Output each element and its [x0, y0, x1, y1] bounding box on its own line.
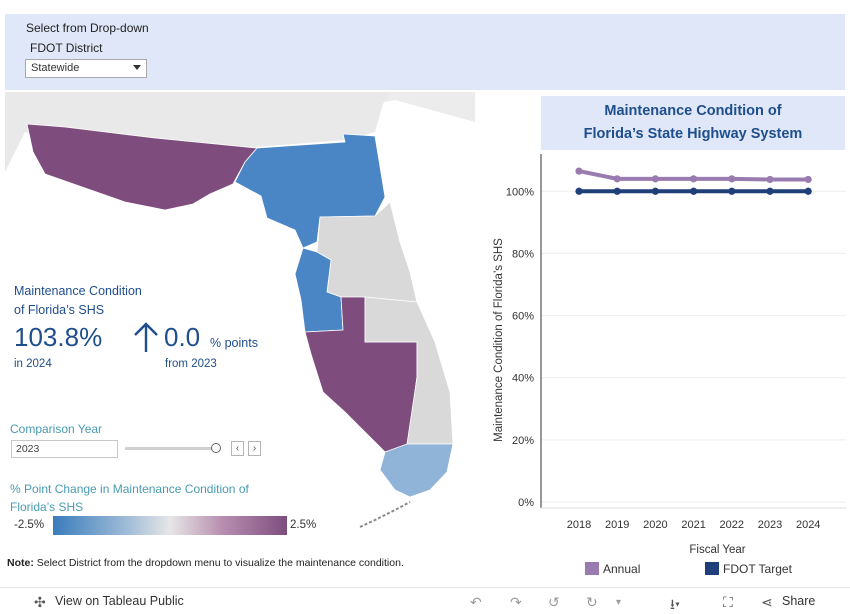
- slider-thumb[interactable]: [211, 443, 221, 453]
- data-point: [613, 175, 621, 183]
- kpi-title-line2: of Florida’s SHS: [14, 303, 105, 317]
- comparison-year-slider[interactable]: [125, 447, 218, 450]
- data-point: [575, 167, 583, 175]
- data-point: [651, 175, 659, 183]
- legend-swatch-target: [705, 562, 719, 575]
- data-point: [575, 187, 583, 195]
- redo-icon[interactable]: ↷: [510, 594, 522, 611]
- arrow-up-icon: [134, 322, 158, 352]
- prev-year-button[interactable]: ‹: [231, 441, 244, 456]
- chart-title-panel: Maintenance Condition of Florida’s State…: [541, 96, 845, 150]
- revert-icon[interactable]: ↺: [548, 594, 560, 611]
- note-label: Note:: [7, 557, 34, 569]
- district-dropdown-value: Statewide: [31, 62, 80, 74]
- chart-title-line1: Maintenance Condition of: [604, 103, 782, 119]
- next-year-button[interactable]: ›: [248, 441, 261, 456]
- kpi-title-line1: Maintenance Condition: [14, 284, 142, 298]
- kpi-from-year: from 2023: [165, 358, 217, 370]
- x-tick-label: 2021: [681, 519, 705, 531]
- legend-annual[interactable]: Annual: [585, 562, 640, 576]
- fullscreen-icon[interactable]: ⛶: [723, 594, 733, 611]
- download-icon[interactable]: ⭳▾: [670, 594, 680, 614]
- data-point: [804, 187, 812, 195]
- kpi-change-value: 0.0: [164, 322, 201, 352]
- map-legend-max: 2.5%: [290, 519, 317, 531]
- view-on-tableau-link[interactable]: View on Tableau Public: [55, 594, 184, 608]
- district-6-region[interactable]: [379, 443, 454, 498]
- tableau-logo-icon: ✣: [34, 594, 46, 610]
- x-tick-label: 2022: [720, 519, 744, 531]
- y-tick-label: 0%: [518, 497, 534, 509]
- chevron-down-icon: [133, 65, 141, 70]
- map-legend-title: % Point Change in Maintenance Condition …: [10, 482, 249, 514]
- data-point: [766, 175, 774, 184]
- legend-target[interactable]: FDOT Target: [705, 562, 792, 576]
- y-tick-label: 100%: [506, 186, 534, 198]
- x-tick-label: 2023: [758, 519, 782, 531]
- tableau-toolbar: ✣ View on Tableau Public ↶ ↷ ↺ ↻ ▾ ⭳▾ ⛶ …: [0, 587, 850, 614]
- legend-label-annual: Annual: [603, 562, 641, 576]
- filter-title: Select from Drop-down: [26, 21, 149, 35]
- comparison-year-input[interactable]: 2023: [11, 440, 118, 458]
- x-tick-label: 2019: [605, 519, 629, 531]
- data-point: [690, 175, 698, 183]
- legend-swatch-annual: [585, 562, 599, 575]
- district-dropdown[interactable]: Statewide: [25, 59, 147, 78]
- refresh-icon[interactable]: ↻: [586, 594, 598, 611]
- line-chart[interactable]: 0% 20% 40% 60% 80% 100% 2018 2019 2020 2021 2022 20…: [488, 150, 850, 560]
- y-tick-label: 20%: [512, 435, 534, 447]
- data-point: [728, 187, 736, 195]
- kpi-change-unit: % points: [210, 336, 258, 350]
- y-axis-label: Maintenance Condition of Florida’s SHS: [493, 238, 505, 442]
- share-button[interactable]: Share: [782, 594, 815, 608]
- x-axis-label: Fiscal Year: [689, 544, 745, 556]
- data-point: [728, 175, 736, 183]
- chart-title-line2: Florida’s State Highway System: [583, 126, 803, 142]
- map-legend-gradient: [53, 516, 287, 535]
- y-tick-label: 60%: [512, 311, 534, 323]
- district-label: FDOT District: [30, 41, 103, 55]
- note-body: Select District from the dropdown menu t…: [33, 557, 404, 569]
- chevron-down-icon[interactable]: ▾: [616, 597, 621, 608]
- florida-keys: [359, 501, 411, 528]
- data-point: [766, 187, 774, 195]
- legend-label-target: FDOT Target: [723, 562, 792, 576]
- y-tick-label: 80%: [512, 248, 534, 260]
- note-text: Note: Select District from the dropdown …: [7, 557, 404, 569]
- map-legend-min: -2.5%: [14, 519, 45, 531]
- kpi-title: Maintenance Condition of Florida’s SHS: [14, 282, 142, 320]
- x-tick-label: 2020: [643, 519, 667, 531]
- data-point: [690, 187, 698, 195]
- kpi-value: 103.8%: [14, 322, 103, 352]
- y-tick-label: 40%: [512, 373, 534, 385]
- data-point: [651, 187, 659, 195]
- data-point: [613, 187, 621, 195]
- undo-icon[interactable]: ↶: [470, 594, 482, 611]
- x-tick-label: 2018: [567, 519, 591, 531]
- data-point: [804, 175, 812, 184]
- kpi-year: in 2024: [14, 358, 52, 370]
- x-tick-label: 2024: [796, 519, 820, 531]
- comparison-year-title: Comparison Year: [10, 422, 103, 436]
- share-icon[interactable]: ⋖: [761, 594, 773, 611]
